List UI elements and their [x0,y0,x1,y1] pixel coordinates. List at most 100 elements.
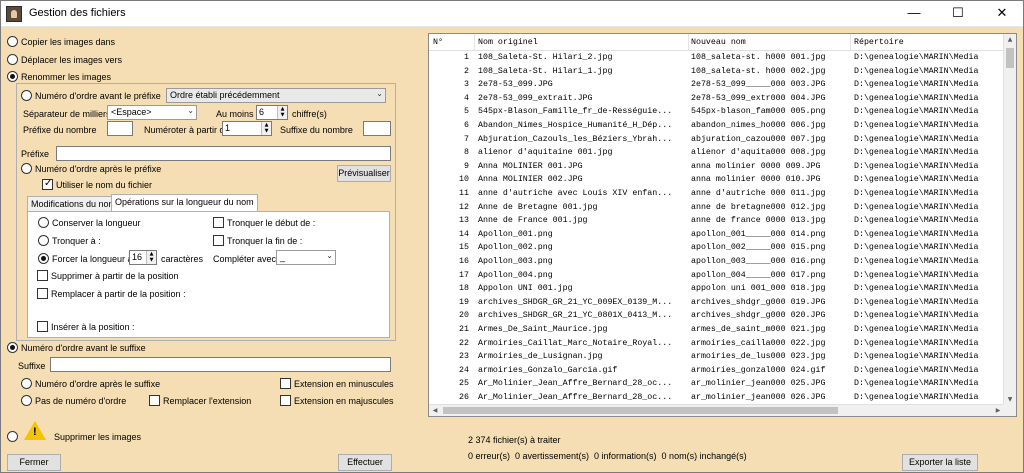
tab-name-modifications[interactable]: Modifications du nom [27,196,121,212]
table-row[interactable]: 18 Appolon UNI 001.jpg appolon uni 001_000… [429,283,1004,296]
table-row[interactable]: 25 Ar_Molinier_Jean_Affre_Bernard_28_oc..… [429,378,1004,391]
vertical-scroll-thumb[interactable] [1006,48,1014,68]
order-after-prefix-label: Numéro d'ordre après le préfixe [35,164,162,174]
replace-extension-checkbox[interactable] [149,395,160,406]
row-original-name: 545px-Blason_Famille_fr_de-Rességuie... [478,107,673,117]
thousands-separator-combo[interactable]: <Espace> ⌄ [107,105,197,120]
table-row[interactable]: 21 Armes_De_Saint_Maurice.jpg armes_de_sai… [429,324,1004,337]
delete-from-pos-checkbox[interactable] [37,270,48,281]
order-after-suffix-radio[interactable] [21,378,32,389]
order-before-suffix-radio[interactable] [7,342,18,353]
number-suffix-input[interactable] [363,121,391,136]
delete-radio[interactable] [7,431,18,442]
file-manager-window: Gestion des fichiers — ☐ ✕ Copier les im… [0,0,1024,473]
move-radio[interactable] [7,54,18,65]
table-row[interactable]: 7 Abjuration_Cazouls_les_Béziers_Ybrah...… [429,134,1004,147]
row-original-name: Apollon_004.png [478,270,553,280]
table-row[interactable]: 11 anne d'autriche avec Louis XIV enfan..… [429,188,1004,201]
close-button[interactable]: Fermer [7,454,61,471]
table-row[interactable]: 4 2e78-53_099_extrait.JPG 2e78-53_099_extr… [429,93,1004,106]
table-row[interactable]: 3 2e78-53_099.JPG 2e78-53_099_____000 003.… [429,79,1004,92]
row-original-name: archives_SHDGR_GR_21_YC_0801X_0413_M... [478,311,673,321]
table-row[interactable]: 1 108_Saleta-St. Hilari_2.jpg 108_saleta-s… [429,52,1004,65]
table-row[interactable]: 8 alienor d'aquitaine 001.jpg alienor d'aq… [429,147,1004,160]
header-directory[interactable]: Répertoire [854,38,904,47]
scroll-left-icon[interactable]: ◀ [429,405,441,416]
order-after-prefix-radio[interactable] [21,163,32,174]
header-new-name[interactable]: Nouveau nom [691,38,746,47]
use-filename-label: Utiliser le nom du fichier [56,180,153,190]
spinner-arrows-icon[interactable]: ▲ ▼ [261,122,271,135]
table-row[interactable]: 24 armoiries_Gonzalo_Garcia.gif armoiries_… [429,365,1004,378]
copy-radio[interactable] [7,36,18,47]
row-directory: D:\genealogie\MARIN\Media [854,175,979,185]
close-window-button[interactable]: ✕ [981,1,1023,27]
use-filename-checkbox[interactable] [42,178,53,190]
results-table[interactable]: N° Nom originel Nouveau nom Répertoire 1… [428,33,1017,417]
ext-lower-checkbox[interactable] [280,378,291,389]
spinner-arrows-icon[interactable]: ▲ ▼ [277,106,287,119]
table-row[interactable]: 10 Anna MOLINIER 002.JPG anna molinier 000… [429,174,1004,187]
table-row[interactable]: 12 Anne de Bretagne 001.jpg anne de bretag… [429,202,1004,215]
truncate-end-checkbox[interactable] [213,235,224,246]
replace-from-pos-checkbox[interactable] [37,288,48,299]
maximize-button[interactable]: ☐ [937,1,979,27]
number-from-spinner[interactable]: 1 ▲ ▼ [222,121,272,136]
vertical-scrollbar[interactable]: ▲ ▼ [1003,34,1016,406]
row-number: 6 [464,121,469,130]
table-row[interactable]: 6 Abandon_Nimes_Hospice_Humanité_H_Dép...… [429,120,1004,133]
spinner-arrows-icon[interactable]: ▲ ▼ [146,251,156,264]
prefix-input[interactable] [56,146,391,161]
minimize-button[interactable]: — [893,1,935,27]
table-row[interactable]: 19 archives_SHDGR_GR_21_YC_009EX_0139_M..… [429,297,1004,310]
row-number: 23 [459,352,469,362]
horizontal-scrollbar[interactable]: ◀ ▶ [429,404,1004,416]
row-directory: D:\genealogie\MARIN\Media [854,257,979,266]
no-order-radio[interactable] [21,395,32,406]
row-new-name: abandon_nimes_ho000 006.jpg [691,121,826,130]
table-row[interactable]: 14 Apollon_001.png apollon_001_____000 014… [429,229,1004,242]
force-length-spinner[interactable]: 16 ▲ ▼ [129,250,157,265]
execute-button[interactable]: Effectuer [338,454,392,471]
scroll-up-icon[interactable]: ▲ [1004,34,1016,46]
header-original-name[interactable]: Nom originel [478,38,538,47]
no-order-label: Pas de numéro d'ordre [35,396,127,406]
table-row[interactable]: 2 108_Saleta-St. Hilari_1.jpg 108_saleta-s… [429,66,1004,79]
row-directory: D:\genealogie\MARIN\Media [854,297,979,307]
row-directory: D:\genealogie\MARIN\Media [854,325,979,334]
row-number: 10 [459,175,469,185]
row-new-name: alienor d'aquita000 008.jpg [691,148,826,158]
ext-upper-checkbox[interactable] [280,395,291,406]
complete-with-combo[interactable]: _ ⌄ [276,250,336,265]
table-row[interactable]: 5 545px-Blason_Famille_fr_de-Rességuie...… [429,106,1004,119]
order-before-prefix-radio[interactable] [21,90,32,101]
row-original-name: Appolon UNI 001.jpg [478,284,573,294]
table-row[interactable]: 16 Apollon_003.png apollon_003_____000 016… [429,256,1004,269]
rename-radio[interactable] [7,71,18,82]
tab-length-operations[interactable]: Opérations sur la longueur du nom [111,194,258,212]
at-least-spinner[interactable]: 6 ▲ ▼ [256,105,288,120]
row-original-name: Armoiries_de_Lusignan.jpg [478,352,603,362]
horizontal-scroll-thumb[interactable] [443,407,838,414]
preview-button[interactable]: Prévisualiser [337,165,391,182]
truncate-start-checkbox[interactable] [213,217,224,228]
table-row[interactable]: 9 Anna MOLINIER 001.JPG anna molinier 0000… [429,161,1004,174]
force-length-radio[interactable] [38,253,49,264]
header-number[interactable]: N° [433,38,443,47]
number-prefix-input[interactable] [107,121,133,136]
keep-length-radio[interactable] [38,217,49,228]
suffix-input[interactable] [50,357,391,372]
table-row[interactable]: 20 archives_SHDGR_GR_21_YC_0801X_0413_M..… [429,310,1004,323]
insert-at-pos-checkbox[interactable] [37,321,48,332]
row-new-name: anna molinier 0000 009.JPG [691,161,821,171]
order-combo[interactable]: Ordre établi précédemment ⌄ [166,88,386,103]
export-list-button[interactable]: Exporter la liste [902,454,978,471]
truncate-to-radio[interactable] [38,235,49,246]
table-row[interactable]: 13 Anne de France 001.jpg anne de france 0… [429,215,1004,228]
table-row[interactable]: 15 Apollon_002.png apollon_002_____000 015… [429,242,1004,255]
row-new-name: ar_molinier_jean000 025.JPG [691,379,826,389]
table-row[interactable]: 17 Apollon_004.png apollon_004_____000 017… [429,270,1004,283]
row-original-name: Abandon_Nimes_Hospice_Humanité_H_Dép... [478,121,673,130]
table-row[interactable]: 23 Armoiries_de_Lusignan.jpg armoiries_de_… [429,351,1004,364]
table-row[interactable]: 22 Armoiries_Caillat_Marc_Notaire_Royal..… [429,338,1004,351]
